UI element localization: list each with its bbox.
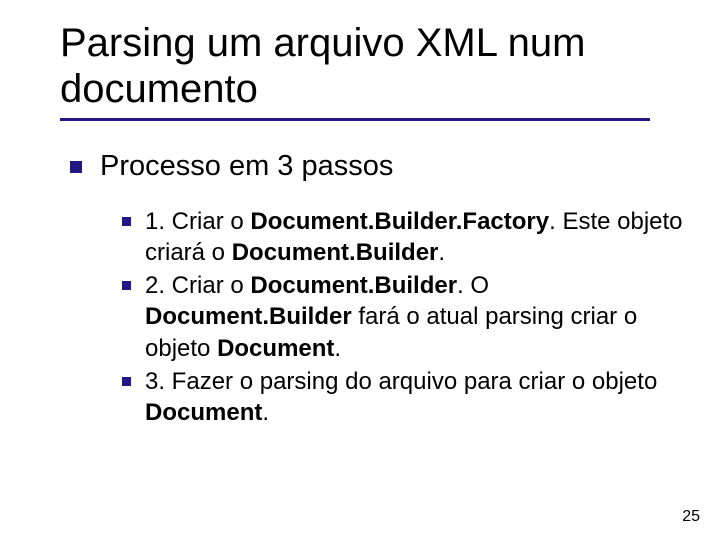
text-run: 2. Criar o <box>145 272 250 299</box>
title-underline <box>60 118 650 121</box>
text-run: . O <box>457 272 489 299</box>
bold-term: Document <box>145 399 262 426</box>
square-bullet-icon <box>70 161 82 173</box>
slide: Parsing um arquivo XML num documento Pro… <box>0 0 720 540</box>
bold-term: Document.Builder <box>145 303 352 330</box>
bold-term: Document.Builder <box>232 239 439 266</box>
level2-list: 1. Criar o Document.Builder.Factory. Est… <box>122 206 690 428</box>
list-item-text: 1. Criar o Document.Builder.Factory. Est… <box>145 206 685 268</box>
list-item-text: 2. Criar o Document.Builder. O Document.… <box>145 270 685 364</box>
list-item: 2. Criar o Document.Builder. O Document.… <box>122 270 690 364</box>
text-run: . <box>334 335 341 362</box>
text-run: . <box>438 239 445 266</box>
square-bullet-icon <box>122 281 131 290</box>
bold-term: Document.Builder <box>250 272 457 299</box>
list-item: 3. Fazer o parsing do arquivo para criar… <box>122 366 690 428</box>
text-run: 3. Fazer o parsing do arquivo para criar… <box>145 368 657 395</box>
slide-title: Parsing um arquivo XML num documento <box>60 20 690 112</box>
page-number: 25 <box>682 508 700 526</box>
text-run: . <box>262 399 269 426</box>
bold-term: Document.Builder.Factory <box>250 208 549 235</box>
bold-term: Document <box>217 335 334 362</box>
level1-text: Processo em 3 passos <box>100 149 393 184</box>
list-item: 1. Criar o Document.Builder.Factory. Est… <box>122 206 690 268</box>
level1-item: Processo em 3 passos <box>70 149 690 184</box>
list-item-text: 3. Fazer o parsing do arquivo para criar… <box>145 366 685 428</box>
text-run: 1. Criar o <box>145 208 250 235</box>
square-bullet-icon <box>122 377 131 386</box>
square-bullet-icon <box>122 217 131 226</box>
